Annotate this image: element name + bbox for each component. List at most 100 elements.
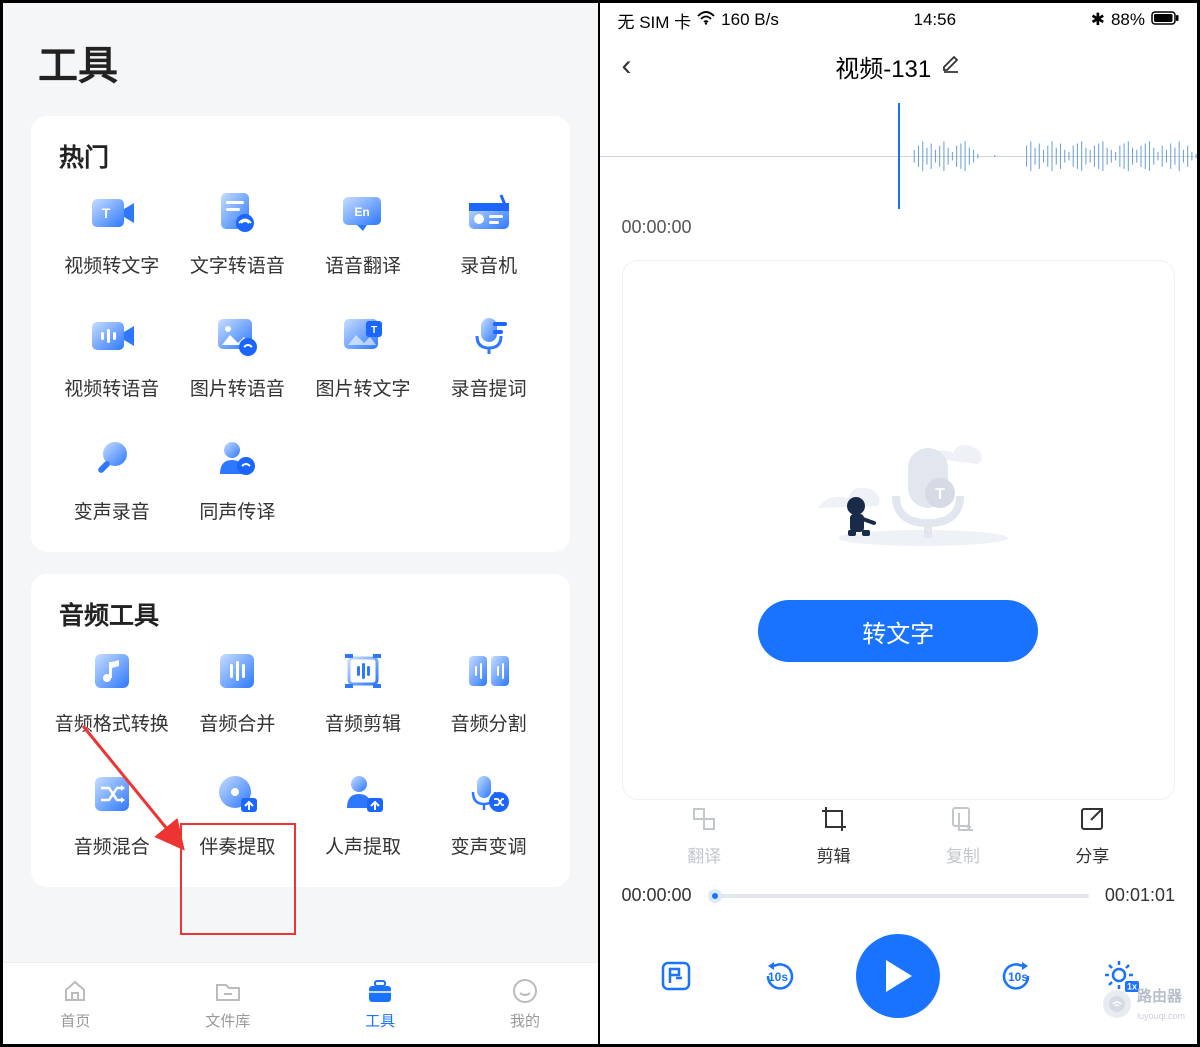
image-text-icon: T <box>339 312 387 360</box>
tool-video-to-speech[interactable]: 视频转语音 <box>49 312 175 401</box>
tool-voice-change-record[interactable]: 变声录音 <box>49 435 175 524</box>
tool-label: 变声录音 <box>74 497 150 524</box>
tool-accompaniment-extract[interactable]: 伴奏提取 <box>175 770 301 859</box>
action-label: 分享 <box>1075 842 1109 867</box>
play-button[interactable] <box>856 934 940 1018</box>
tool-label: 同声传译 <box>199 497 275 524</box>
bottom-navbar: 首页 文件库 工具 我的 <box>3 962 598 1044</box>
tab-mine[interactable]: 我的 <box>510 976 540 1031</box>
action-share[interactable]: 分享 <box>1075 804 1109 867</box>
rewind-10s-button[interactable]: 10s <box>754 952 802 1000</box>
svg-text:En: En <box>354 205 369 219</box>
svg-text:10s: 10s <box>1008 970 1028 984</box>
svg-text:T: T <box>935 486 945 503</box>
tool-label: 音频分割 <box>451 709 527 736</box>
mic-shuffle-icon <box>465 770 513 818</box>
share-icon <box>1077 804 1107 834</box>
tool-label: 文字转语音 <box>190 251 285 278</box>
briefcase-icon <box>365 976 395 1006</box>
image-sound-icon <box>213 312 261 360</box>
tool-vocal-extract[interactable]: 人声提取 <box>300 770 426 859</box>
tool-label: 录音提词 <box>451 374 527 401</box>
router-icon <box>1103 990 1131 1018</box>
section-title-hot: 热门 <box>59 138 552 174</box>
tool-label: 音频剪辑 <box>325 709 401 736</box>
action-label: 剪辑 <box>817 842 851 867</box>
tab-label: 首页 <box>60 1010 90 1031</box>
playhead-cursor[interactable] <box>898 103 900 209</box>
tool-video-to-text[interactable]: T 视频转文字 <box>49 189 175 278</box>
tool-audio-cut[interactable]: 音频剪辑 <box>300 647 426 736</box>
tool-audio-split[interactable]: 音频分割 <box>426 647 552 736</box>
tool-label: 录音机 <box>460 251 517 278</box>
bluetooth-icon: ✱ <box>1091 10 1105 30</box>
tool-image-to-speech[interactable]: 图片转语音 <box>175 312 301 401</box>
folder-icon <box>213 976 243 1006</box>
tab-home[interactable]: 首页 <box>60 976 90 1031</box>
translate-icon: En <box>339 189 387 237</box>
tab-tools[interactable]: 工具 <box>365 976 395 1031</box>
tool-audio-mix[interactable]: 音频混合 <box>49 770 175 859</box>
translate-icon <box>689 804 719 834</box>
svg-text:10s: 10s <box>768 970 788 984</box>
status-bar: 无 SIM 卡 160 B/s 14:56 ✱ 88% <box>600 3 1198 37</box>
tool-label: 语音翻译 <box>325 251 401 278</box>
net-speed: 160 B/s <box>721 10 779 30</box>
tool-label: 图片转语音 <box>190 374 285 401</box>
watermark: 路由器luyouqi.com <box>1103 985 1185 1022</box>
tool-label: 视频转语音 <box>64 374 159 401</box>
action-label: 复制 <box>946 842 980 867</box>
tab-label: 文件库 <box>205 1010 250 1031</box>
tool-simul-interpret[interactable]: 同声传译 <box>175 435 301 524</box>
clock: 14:56 <box>914 10 957 30</box>
tool-record-prompter[interactable]: 录音提词 <box>426 312 552 401</box>
time-current: 00:00:00 <box>622 885 692 906</box>
file-sound-icon <box>213 189 261 237</box>
tool-text-to-speech[interactable]: 文字转语音 <box>175 189 301 278</box>
radio-icon <box>465 189 513 237</box>
action-bar: 翻译 剪辑 复制 分享 <box>600 804 1198 867</box>
copy-icon <box>948 804 978 834</box>
lyrics-button[interactable] <box>652 952 700 1000</box>
page-title: 工具 <box>3 3 598 116</box>
home-icon <box>60 976 90 1006</box>
tab-library[interactable]: 文件库 <box>205 976 250 1031</box>
tool-label: 人声提取 <box>325 832 401 859</box>
wifi-icon <box>697 10 715 30</box>
waveform[interactable] <box>600 103 1198 209</box>
camera-sound-icon <box>88 312 136 360</box>
tool-image-to-text[interactable]: T 图片转文字 <box>300 312 426 401</box>
battery-icon <box>1151 10 1179 30</box>
battery-percent: 88% <box>1111 10 1145 30</box>
merge-icon <box>213 647 261 695</box>
tool-label: 伴奏提取 <box>199 832 275 859</box>
tool-pitch-change[interactable]: 变声变调 <box>426 770 552 859</box>
back-button[interactable]: ‹ <box>622 49 632 83</box>
tool-label: 音频格式转换 <box>55 709 169 736</box>
magnifier-icon <box>88 435 136 483</box>
tool-label: 变声变调 <box>451 832 527 859</box>
action-copy[interactable]: 复制 <box>946 804 980 867</box>
tab-label: 工具 <box>365 1010 395 1031</box>
tool-voice-translate[interactable]: En 语音翻译 <box>300 189 426 278</box>
progress-bar[interactable] <box>708 894 1089 898</box>
tool-label: 图片转文字 <box>316 374 411 401</box>
header: ‹ 视频-131 <box>600 37 1198 95</box>
forward-10s-button[interactable]: 10s <box>994 952 1042 1000</box>
edit-icon[interactable] <box>941 53 961 79</box>
empty-illustration: T <box>778 398 1018 568</box>
tool-recorder[interactable]: 录音机 <box>426 189 552 278</box>
action-translate[interactable]: 翻译 <box>687 804 721 867</box>
tool-audio-merge[interactable]: 音频合并 <box>175 647 301 736</box>
play-icon <box>882 958 914 994</box>
progress-row: 00:00:00 00:01:01 <box>600 867 1198 924</box>
sim-status: 无 SIM 卡 <box>618 8 692 33</box>
person-upload-icon <box>339 770 387 818</box>
crop-icon <box>339 647 387 695</box>
action-edit[interactable]: 剪辑 <box>817 804 851 867</box>
tool-audio-convert[interactable]: 音频格式转换 <box>49 647 175 736</box>
convert-to-text-button[interactable]: 转文字 <box>758 600 1038 662</box>
progress-handle[interactable] <box>708 889 722 903</box>
action-label: 翻译 <box>687 842 721 867</box>
svg-text:T: T <box>371 325 377 336</box>
